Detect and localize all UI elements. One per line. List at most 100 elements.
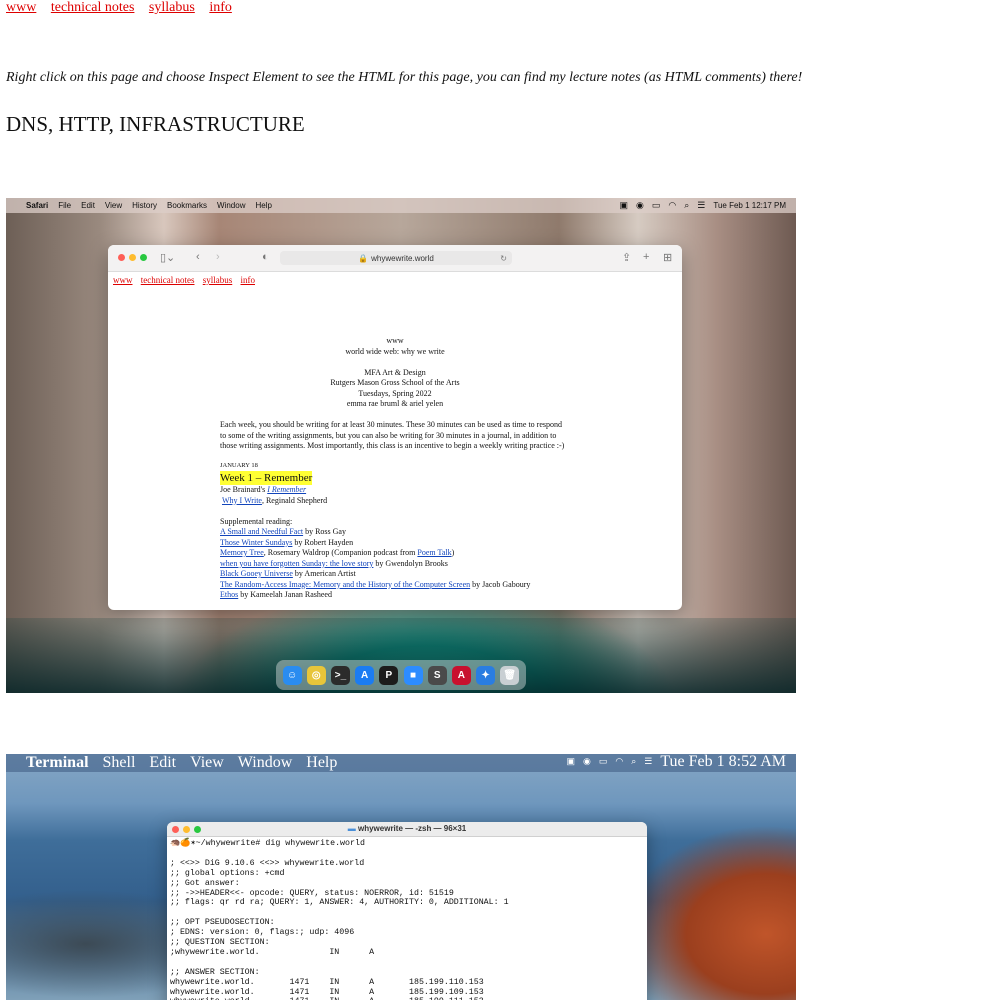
- top-nav: www technical notes syllabus info: [6, 0, 243, 16]
- menubar-clock: Tue Feb 1 8:52 AM: [660, 754, 786, 770]
- close-icon: [118, 254, 125, 261]
- reading-1: Joe Brainard's I Remember: [220, 485, 307, 494]
- sup-reading: Ethos by Kameelah Janan Rasheed: [220, 590, 332, 599]
- sublime-icon: S: [427, 665, 447, 685]
- terminal-line: ;; flags: qr rd ra; QUERY: 1, ANSWER: 4,…: [170, 898, 509, 908]
- nav-link-syllabus[interactable]: syllabus: [149, 0, 195, 15]
- privacy-shield-icon: ◐: [262, 251, 269, 263]
- inner-nav-info: info: [240, 275, 256, 285]
- menu-safari: Safari: [26, 201, 49, 210]
- sup-reading: Those Winter Sundays by Robert Hayden: [220, 537, 354, 547]
- terminal-line: whywewrite.world. 1471 IN A 185.199.109.…: [170, 987, 484, 997]
- header-line: emma rae bruml & ariel yelen: [346, 399, 444, 408]
- terminal-line: ;; Got answer:: [170, 878, 240, 888]
- search-icon: ⌕: [631, 756, 637, 766]
- header-line: MFA Art & Design: [364, 367, 426, 377]
- app-store-icon: A: [355, 665, 375, 685]
- inner-nav-syllabus: syllabus: [202, 275, 233, 285]
- screen-record-icon: ▣: [619, 200, 628, 210]
- page-title: DNS, HTTP, INFRASTRUCTURE: [6, 112, 305, 136]
- sup-reading: when you have forgotten Sunday: the love…: [220, 558, 448, 568]
- terminal-output: 🦔🍊✶~/whywewrite# dig whywewrite.world ; <…: [167, 837, 647, 1000]
- inner-nav: www technical notes syllabus info: [113, 275, 261, 285]
- menu-help: Help: [306, 754, 338, 771]
- terminal-line: whywewrite.world. 1471 IN A 185.199.110.…: [170, 977, 484, 987]
- terminal-line: ;; QUESTION SECTION:: [170, 938, 270, 948]
- menu-edit: Edit: [149, 754, 177, 771]
- menubar-status: ▣ ◉ ▭ ◠ ⌕ ☰ Tue Feb 1 8:52 AM: [566, 754, 786, 770]
- header-line: Tuesdays, Spring 2022: [358, 388, 432, 398]
- course-body: Each week, you should be writing for at …: [220, 420, 570, 601]
- terminal-window: ▬ whywewrite — -zsh — 96×31 🦔🍊✶~/whywewr…: [167, 822, 647, 1000]
- close-icon: [172, 825, 179, 833]
- reading-link: I Remember: [267, 485, 307, 494]
- control-center-icon: ☰: [644, 756, 653, 766]
- back-icon: ‹: [196, 251, 200, 263]
- menu-bookmarks: Bookmarks: [167, 201, 208, 210]
- sup-reading: Black Gooey Universe by American Artist: [220, 569, 356, 578]
- header-line: www: [386, 336, 404, 345]
- pinboard-icon: P: [379, 665, 399, 685]
- url-bar: 🔒 whywewrite.world ↻: [280, 251, 512, 265]
- safari-icon: ✦: [476, 665, 496, 685]
- battery-icon: ▭: [598, 756, 608, 766]
- supplemental-label: Supplemental reading:: [220, 516, 293, 526]
- tab-overview-icon: ⊞: [663, 252, 673, 264]
- status-circle-icon: ◉: [582, 756, 591, 766]
- menu-window: Window: [237, 754, 293, 771]
- dock: ☺ ◎ >_ A P ■ S A ✦ 🗑: [276, 660, 526, 690]
- header-line: world wide web: why we write: [345, 346, 445, 356]
- menu-terminal: Terminal: [26, 754, 89, 771]
- terminal-title: whywewrite — -zsh — 96×31: [357, 824, 467, 833]
- screen-record-icon: ▣: [566, 756, 575, 766]
- menu-file: File: [58, 201, 72, 210]
- menu-view: View: [190, 754, 224, 771]
- zoom-icon: ■: [403, 665, 423, 685]
- intro-paragraph: Each week, you should be writing for at …: [220, 420, 565, 450]
- url-text: whywewrite.world: [371, 253, 434, 263]
- nav-link-info[interactable]: info: [209, 0, 232, 15]
- chrome-icon: ◎: [306, 665, 326, 685]
- week-date: JANUARY 18: [220, 461, 258, 469]
- terminal-titlebar: ▬ whywewrite — -zsh — 96×31: [167, 822, 647, 837]
- reading-2: Why I Write, Reginald Shepherd: [222, 495, 328, 505]
- sidebar-icon: ▯⌄: [160, 252, 176, 264]
- header-line: Rutgers Mason Gross School of the Arts: [330, 378, 460, 387]
- terminal-line: ; <<>> DiG 9.10.6 <<>> whywewrite.world: [170, 858, 365, 868]
- mac-menubar: Safari File Edit View History Bookmarks …: [6, 198, 796, 213]
- menu-history: History: [132, 201, 158, 210]
- course-header: www world wide web: why we write MFA Art…: [108, 336, 682, 410]
- safari-screenshot: Safari File Edit View History Bookmarks …: [6, 198, 796, 693]
- menu-window: Window: [217, 201, 246, 210]
- status-circle-icon: ◉: [636, 200, 644, 210]
- menu-shell: Shell: [102, 754, 136, 771]
- terminal-line: ; EDNS: version: 0, flags:; udp: 4096: [170, 928, 355, 938]
- sup-reading: A Small and Needful Fact by Ross Gay: [220, 527, 346, 536]
- control-center-icon: ☰: [697, 200, 706, 210]
- inner-nav-technical-notes: technical notes: [140, 275, 195, 285]
- menu-help: Help: [255, 201, 272, 210]
- forward-icon: ›: [216, 251, 220, 263]
- menu-edit: Edit: [81, 201, 95, 210]
- nav-link-technical-notes[interactable]: technical notes: [51, 0, 135, 15]
- zoom-icon: [194, 825, 201, 833]
- terminal-icon: >_: [330, 665, 350, 685]
- search-icon: ⌕: [684, 200, 690, 210]
- wifi-icon: ◠: [615, 756, 624, 766]
- trash-icon: 🗑: [500, 665, 520, 685]
- acrobat-icon: A: [451, 665, 471, 685]
- terminal-line: ;; ->>HEADER<<- opcode: QUERY, status: N…: [170, 888, 454, 898]
- reading-link: Why I Write: [222, 495, 262, 505]
- share-icon: ⇪: [622, 252, 632, 264]
- menubar-status: ▣ ◉ ▭ ◠ ⌕ ☰ Tue Feb 1 12:17 PM: [619, 198, 786, 213]
- battery-icon: ▭: [651, 200, 661, 210]
- terminal-screenshot: Terminal Shell Edit View Window Help ▣ ◉…: [6, 754, 796, 1000]
- wifi-icon: ◠: [668, 200, 677, 210]
- menubar-clock: Tue Feb 1 12:17 PM: [713, 201, 786, 210]
- zoom-icon: [140, 254, 147, 261]
- nav-link-www[interactable]: www: [6, 0, 36, 15]
- sup-reading: The Random-Access Image: Memory and the …: [220, 579, 531, 589]
- lock-icon: 🔒: [358, 253, 369, 263]
